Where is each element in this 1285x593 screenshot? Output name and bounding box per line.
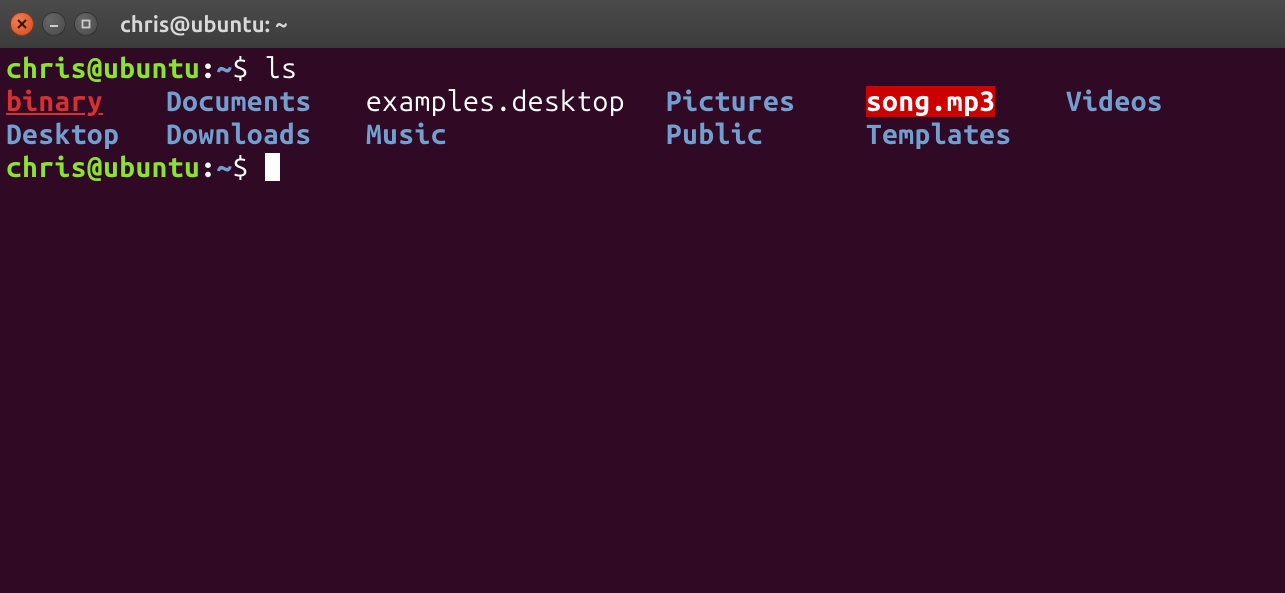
prompt-colon: : (200, 53, 216, 84)
prompt-user: chris@ubuntu (6, 53, 200, 84)
prompt-path: ~ (216, 152, 232, 183)
ls-item-documents: Documents (166, 85, 366, 118)
prompt-dollar: $ (233, 53, 249, 84)
ls-empty (1066, 118, 1279, 151)
prompt-colon: : (200, 152, 216, 183)
ls-item-binary: binary (6, 85, 166, 118)
ls-item-desktop: Desktop (6, 118, 166, 151)
ls-item-downloads: Downloads (166, 118, 366, 151)
ls-item-song-mp3: song.mp3 (866, 85, 1066, 118)
minimize-icon[interactable] (42, 12, 66, 36)
ls-output: binary Documents examples.desktop Pictur… (6, 85, 1279, 151)
window-titlebar: chris@ubuntu: ~ (0, 0, 1285, 48)
prompt-path: ~ (216, 53, 232, 84)
prompt-dollar: $ (233, 152, 249, 183)
close-icon[interactable] (10, 12, 34, 36)
prompt-line-2: chris@ubuntu:~$ (6, 151, 1279, 184)
ls-item-templates: Templates (866, 118, 1066, 151)
command-text: ls (265, 53, 297, 84)
window-title: chris@ubuntu: ~ (120, 12, 288, 37)
ls-item-music: Music (366, 118, 666, 151)
cursor-icon (265, 153, 280, 181)
prompt-user: chris@ubuntu (6, 152, 200, 183)
ls-item-examples-desktop: examples.desktop (366, 85, 666, 118)
prompt-line-1: chris@ubuntu:~$ ls (6, 52, 1279, 85)
ls-item-videos: Videos (1066, 85, 1279, 118)
ls-item-pictures: Pictures (666, 85, 866, 118)
ls-item-public: Public (666, 118, 866, 151)
terminal-area[interactable]: chris@ubuntu:~$ ls binary Documents exam… (0, 48, 1285, 593)
maximize-icon[interactable] (74, 12, 98, 36)
window-controls (10, 12, 98, 36)
